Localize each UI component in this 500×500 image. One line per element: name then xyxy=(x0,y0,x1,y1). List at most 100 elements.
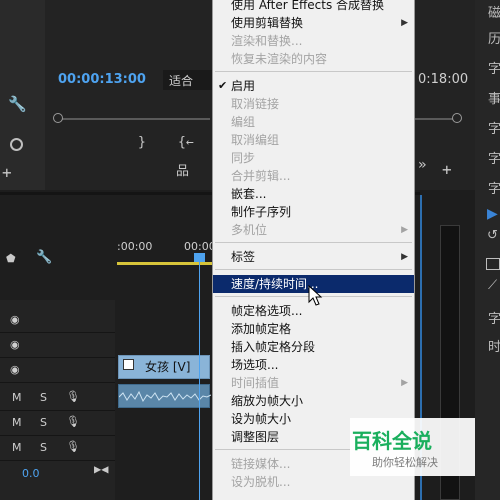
selection-tool-icon[interactable]: ▶ xyxy=(487,206,498,222)
eye-icon[interactable]: ◉ xyxy=(10,338,20,351)
menu-item-time-interpolation[interactable]: 时间插值 ▶ xyxy=(213,374,414,392)
menu-item-field-options[interactable]: 场选项... xyxy=(213,356,414,374)
add-button-plus-icon[interactable]: + xyxy=(442,160,452,179)
right-strip-item[interactable]: 字 xyxy=(488,58,500,77)
audio-clip[interactable] xyxy=(118,384,211,408)
eye-icon[interactable]: ◉ xyxy=(10,313,20,326)
menu-item-enable[interactable]: ✔ 启用 xyxy=(213,77,414,95)
right-strip-item[interactable]: 事 xyxy=(488,88,500,107)
go-to-in-button[interactable]: {← xyxy=(178,135,194,150)
solo-button[interactable]: S xyxy=(40,391,47,404)
audio-track-header-3: M S 🎙 xyxy=(0,436,115,461)
menu-item-insert-frame-hold-segment[interactable]: 插入帧定格分段 xyxy=(213,338,414,356)
submenu-arrow-icon: ▶ xyxy=(401,18,408,28)
right-strip-item[interactable]: 历 xyxy=(488,28,500,47)
ruler-label-mid: 00:00 xyxy=(184,240,216,253)
right-strip-item[interactable]: 时 xyxy=(488,336,500,355)
menu-item-unlink[interactable]: 取消链接 xyxy=(213,95,414,113)
mark-out-button[interactable]: } xyxy=(138,135,146,150)
menu-item-synchronize[interactable]: 同步 xyxy=(213,149,414,167)
timeline-settings-wrench-icon[interactable]: 🔧 xyxy=(36,250,52,265)
solo-button[interactable]: S xyxy=(40,416,47,429)
menu-item-label: 渲染和替换... xyxy=(231,34,303,48)
rectangle-tool-icon[interactable] xyxy=(486,258,500,270)
menu-item-label: 同步 xyxy=(231,151,256,165)
menu-item-ungroup[interactable]: 取消编组 xyxy=(213,131,414,149)
right-strip-item[interactable]: 字 xyxy=(488,118,500,137)
menu-item-label: 缩放为帧大小 xyxy=(231,394,304,408)
menu-item-label: 时间插值 xyxy=(231,376,280,390)
menu-item-label: 恢复未渲染的内容 xyxy=(231,52,328,66)
add-plus-icon[interactable]: + xyxy=(2,163,12,182)
menu-item-label: 取消链接 xyxy=(231,97,280,111)
submenu-arrow-icon: ▶ xyxy=(401,225,408,235)
menu-item-label: 帧定格选项... xyxy=(231,304,303,318)
marker-circle-icon[interactable] xyxy=(10,138,23,151)
menu-item-label: 多机位 xyxy=(231,223,268,237)
menu-separator xyxy=(215,269,412,270)
menu-item-label: 设为帧大小 xyxy=(231,412,292,426)
export-frame-button[interactable]: 品 xyxy=(176,160,189,179)
microphone-icon[interactable]: 🎙 xyxy=(66,440,80,453)
more-controls-icon[interactable]: » xyxy=(418,157,426,173)
menu-item-label: 使用剪辑替换 xyxy=(231,16,304,30)
mute-button[interactable]: M xyxy=(12,416,22,429)
menu-separator xyxy=(215,242,412,243)
submenu-arrow-icon: ▶ xyxy=(401,252,408,262)
menu-item-replace-with-ae[interactable]: 使用 After Effects 合成替换 xyxy=(213,0,414,14)
menu-item-nest[interactable]: 嵌套... xyxy=(213,185,414,203)
video-track-header-3: ◉ xyxy=(0,308,115,333)
menu-item-add-frame-hold[interactable]: 添加帧定格 xyxy=(213,320,414,338)
menu-item-make-subsequence[interactable]: 制作子序列 xyxy=(213,203,414,221)
menu-item-multi-camera[interactable]: 多机位 ▶ xyxy=(213,221,414,239)
menu-item-merge-clips[interactable]: 合并剪辑... xyxy=(213,167,414,185)
fit-dropdown-label: 适合 xyxy=(169,74,194,88)
menu-item-restore-unrendered[interactable]: 恢复未渲染的内容 xyxy=(213,50,414,68)
menu-item-render-and-replace[interactable]: 渲染和替换... xyxy=(213,32,414,50)
menu-item-label: 制作子序列 xyxy=(231,205,292,219)
undo-icon[interactable]: ↺ xyxy=(487,228,498,243)
go-to-end-icon[interactable]: ▶◀ xyxy=(94,462,108,476)
audio-track-header-2: M S 🎙 xyxy=(0,411,115,436)
menu-item-group[interactable]: 编组 xyxy=(213,113,414,131)
menu-item-scale-to-frame-size[interactable]: 缩放为帧大小 xyxy=(213,392,414,410)
mouse-cursor-icon xyxy=(308,285,323,306)
wrench-icon[interactable]: 🔧 xyxy=(8,95,27,113)
menu-item-replace-with-clip[interactable]: 使用剪辑替换 ▶ xyxy=(213,14,414,32)
menu-item-label: 启用 xyxy=(231,79,256,93)
scrub-start-handle[interactable] xyxy=(53,113,63,123)
fit-dropdown[interactable]: 适合 xyxy=(163,70,213,90)
menu-item-label: 场选项... xyxy=(231,358,279,372)
pen-tool-icon[interactable]: ⟋ xyxy=(488,278,497,293)
work-area-bar[interactable] xyxy=(117,262,212,265)
menu-item-label: 调整图层 xyxy=(231,430,280,444)
watermark-subtitle: 助你轻松解决 xyxy=(372,456,438,469)
solo-button[interactable]: S xyxy=(40,441,47,454)
right-strip-item[interactable]: 字 xyxy=(488,148,500,167)
add-marker-icon[interactable]: ⬟ xyxy=(6,252,16,265)
duration-timecode: 0:18:00 xyxy=(418,72,469,87)
monitor-scrub-bar[interactable] xyxy=(60,118,210,120)
monitor-scrub-bar-right[interactable] xyxy=(415,118,455,120)
eye-icon[interactable]: ◉ xyxy=(10,363,20,376)
checkmark-icon: ✔ xyxy=(218,79,228,92)
audio-track-header-1: M S 🎙 xyxy=(0,386,115,411)
menu-separator xyxy=(215,71,412,72)
right-strip-item[interactable]: 磁 xyxy=(488,2,500,21)
menu-item-label-submenu[interactable]: 标签 ▶ xyxy=(213,248,414,266)
menu-item-label: 合并剪辑... xyxy=(231,169,291,183)
menu-item-label: 设为脱机... xyxy=(231,475,291,489)
mute-button[interactable]: M xyxy=(12,441,22,454)
menu-item-label: 速度/持续时间... xyxy=(231,277,319,291)
right-strip-item[interactable]: 字 xyxy=(488,178,500,197)
right-strip-item[interactable]: 字 xyxy=(488,308,500,327)
mute-button[interactable]: M xyxy=(12,391,22,404)
master-volume-readout[interactable]: 0.0 xyxy=(22,467,40,480)
playhead-line[interactable] xyxy=(199,258,200,500)
menu-item-label: 插入帧定格分段 xyxy=(231,340,316,354)
current-timecode[interactable]: 00:00:13:00 xyxy=(58,72,146,87)
scrub-end-handle[interactable] xyxy=(452,113,462,123)
video-track-header-1: ◉ xyxy=(0,358,115,383)
microphone-icon[interactable]: 🎙 xyxy=(66,390,80,403)
microphone-icon[interactable]: 🎙 xyxy=(66,415,80,428)
